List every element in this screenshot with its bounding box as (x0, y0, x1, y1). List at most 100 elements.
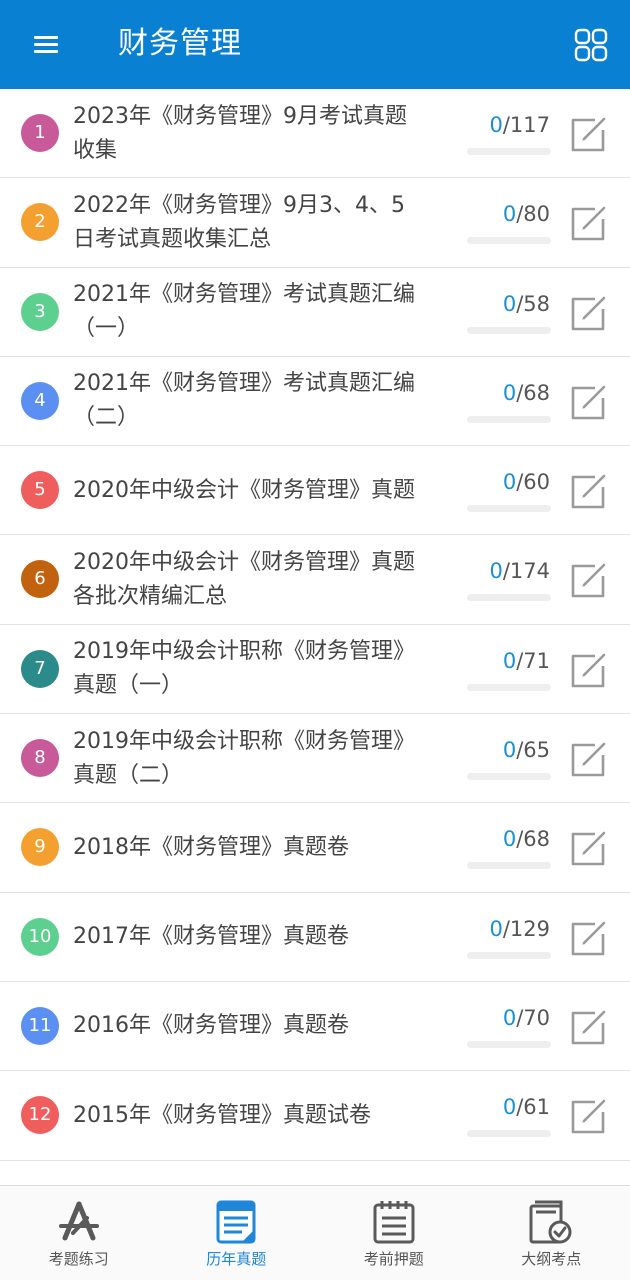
list-item[interactable]: 2 2022年《财务管理》9月3、4、5 日考试真题收集汇总 0/80 (0, 178, 630, 268)
exam-notepad-icon (370, 1198, 418, 1246)
progress-count: 0/68 (503, 827, 550, 851)
progress-count: 0/129 (489, 917, 550, 941)
list-item[interactable]: 3 2021年《财务管理》考试真题汇编 （一） 0/58 (0, 267, 630, 357)
list-item[interactable]: 1 2023年《财务管理》9月考试真题 收集 0/117 (0, 89, 630, 179)
total-count: /71 (516, 648, 550, 673)
list-item[interactable]: 8 2019年中级会计职称《财务管理》 真题（二） 0/65 (0, 714, 630, 804)
list-item[interactable]: 11 2016年《财务管理》真题卷 0/70 (0, 981, 630, 1072)
list-item[interactable]: 10 2017年《财务管理》真题卷 0/129 (0, 892, 630, 982)
progress-bar (467, 773, 551, 781)
item-number-badge: 7 (21, 649, 59, 688)
progress-count: 0/68 (503, 381, 550, 405)
list-item[interactable]: 6 2020年中级会计《财务管理》真题 各批次精编汇总 0/174 (0, 535, 630, 625)
progress-count: 0/174 (489, 559, 550, 583)
item-number-badge: 4 (21, 381, 59, 420)
edit-note-icon[interactable] (569, 114, 609, 154)
tab-label: 历年真题 (206, 1250, 267, 1268)
done-count: 0 (502, 380, 517, 405)
practice-compass-icon (55, 1198, 103, 1246)
tab-syllabus-check[interactable]: 大纲考点 (473, 1186, 630, 1280)
edit-note-icon[interactable] (569, 650, 609, 690)
item-title-line: 2022年《财务管理》9月3、4、5 (73, 192, 405, 218)
total-count: /117 (502, 113, 550, 137)
list-item[interactable]: 9 2018年《财务管理》真题卷 0/68 (0, 803, 630, 893)
item-title-line: 2018年《财务管理》真题卷 (73, 834, 349, 860)
item-number-badge: 2 (21, 203, 59, 242)
item-title-line: （一） (73, 316, 140, 342)
done-count: 0 (489, 559, 503, 584)
past-papers-icon (212, 1198, 260, 1246)
edit-note-icon[interactable] (569, 739, 609, 779)
edit-note-icon[interactable] (569, 1007, 609, 1047)
progress-count: 0/65 (503, 738, 550, 762)
progress-count: 0/58 (503, 292, 550, 316)
edit-note-icon[interactable] (569, 828, 609, 868)
item-title-line: 2021年《财务管理》考试真题汇编 (73, 282, 415, 308)
tab-label: 考前押题 (363, 1250, 424, 1268)
item-title-line: 收集 (73, 137, 118, 163)
total-count: /61 (516, 1095, 550, 1120)
item-number-badge: 9 (21, 828, 59, 867)
tab-past-papers[interactable]: 历年真题 (158, 1186, 316, 1280)
item-number-badge: 11 (21, 1006, 59, 1045)
progress-count: 0/80 (503, 202, 550, 226)
edit-note-icon[interactable] (569, 560, 609, 600)
edit-note-icon[interactable] (569, 918, 609, 958)
tab-practice-compass[interactable]: 考题练习 (0, 1186, 158, 1280)
edit-note-icon[interactable] (569, 1096, 609, 1136)
progress-bar (467, 862, 551, 870)
page-title: 财务管理 (118, 26, 242, 61)
progress-bar (467, 237, 551, 245)
item-title: 2022年《财务管理》9月3、4、5 日考试真题收集汇总 (73, 178, 448, 267)
progress-bar (467, 505, 551, 513)
bottom-tab-bar: 考题练习 历年真题 考前押题 大纲考点 (0, 1185, 630, 1280)
item-title: 2016年《财务管理》真题卷 (73, 982, 448, 1071)
item-title: 2020年中级会计《财务管理》真题 各批次精编汇总 (73, 535, 448, 624)
item-title-line: 各批次精编汇总 (73, 583, 228, 609)
total-count: /70 (516, 1005, 550, 1030)
total-count: /80 (516, 202, 550, 227)
edit-note-icon[interactable] (569, 471, 609, 511)
list-item[interactable]: 7 2019年中级会计职称《财务管理》 真题（一） 0/71 (0, 624, 630, 715)
list-item[interactable]: 4 2021年《财务管理》考试真题汇编 （二） 0/68 (0, 356, 630, 447)
item-title-line: 2020年中级会计《财务管理》真题 (73, 549, 415, 575)
edit-note-icon[interactable] (569, 203, 609, 243)
total-count: /68 (516, 380, 550, 405)
progress-bar (467, 326, 551, 334)
done-count: 0 (502, 470, 517, 495)
item-title: 2018年《财务管理》真题卷 (73, 803, 448, 892)
done-count: 0 (502, 738, 517, 763)
progress-count: 0/71 (503, 649, 550, 673)
done-count: 0 (502, 827, 517, 852)
tab-label: 考题练习 (48, 1250, 109, 1268)
item-number-badge: 1 (21, 114, 59, 152)
progress-bar (467, 1040, 551, 1048)
item-title: 2017年《财务管理》真题卷 (73, 893, 448, 982)
list-item[interactable]: 12 2015年《财务管理》真题试卷 0/61 (0, 1071, 630, 1161)
tab-label: 大纲考点 (521, 1250, 582, 1268)
item-title-line: 2019年中级会计职称《财务管理》 (73, 639, 415, 665)
total-count: /174 (502, 559, 550, 584)
done-count: 0 (502, 291, 517, 316)
edit-note-icon[interactable] (569, 382, 609, 422)
total-count: /68 (516, 827, 550, 852)
item-title-line: 2015年《财务管理》真题试卷 (73, 1102, 371, 1128)
hamburger-menu-icon[interactable] (28, 30, 64, 60)
item-title-line: 真题（二） (73, 762, 184, 788)
progress-bar (467, 683, 551, 691)
progress-count: 0/60 (503, 470, 550, 494)
done-count: 0 (502, 1095, 517, 1120)
done-count: 0 (502, 202, 517, 227)
done-count: 0 (502, 648, 517, 673)
edit-note-icon[interactable] (569, 293, 609, 333)
item-title-line: 2016年《财务管理》真题卷 (73, 1013, 349, 1039)
progress-bar (467, 148, 551, 155)
exam-paper-list: 1 2023年《财务管理》9月考试真题 收集 0/117 2 2022年《财务管理》9月3… (0, 89, 630, 1185)
done-count: 0 (489, 113, 503, 137)
grid-view-icon[interactable] (574, 28, 608, 62)
done-count: 0 (502, 1005, 517, 1030)
total-count: /60 (516, 470, 550, 495)
list-item[interactable]: 5 2020年中级会计《财务管理》真题 0/60 (0, 446, 630, 536)
tab-exam-notepad[interactable]: 考前押题 (315, 1186, 473, 1280)
item-number-badge: 8 (21, 739, 59, 778)
